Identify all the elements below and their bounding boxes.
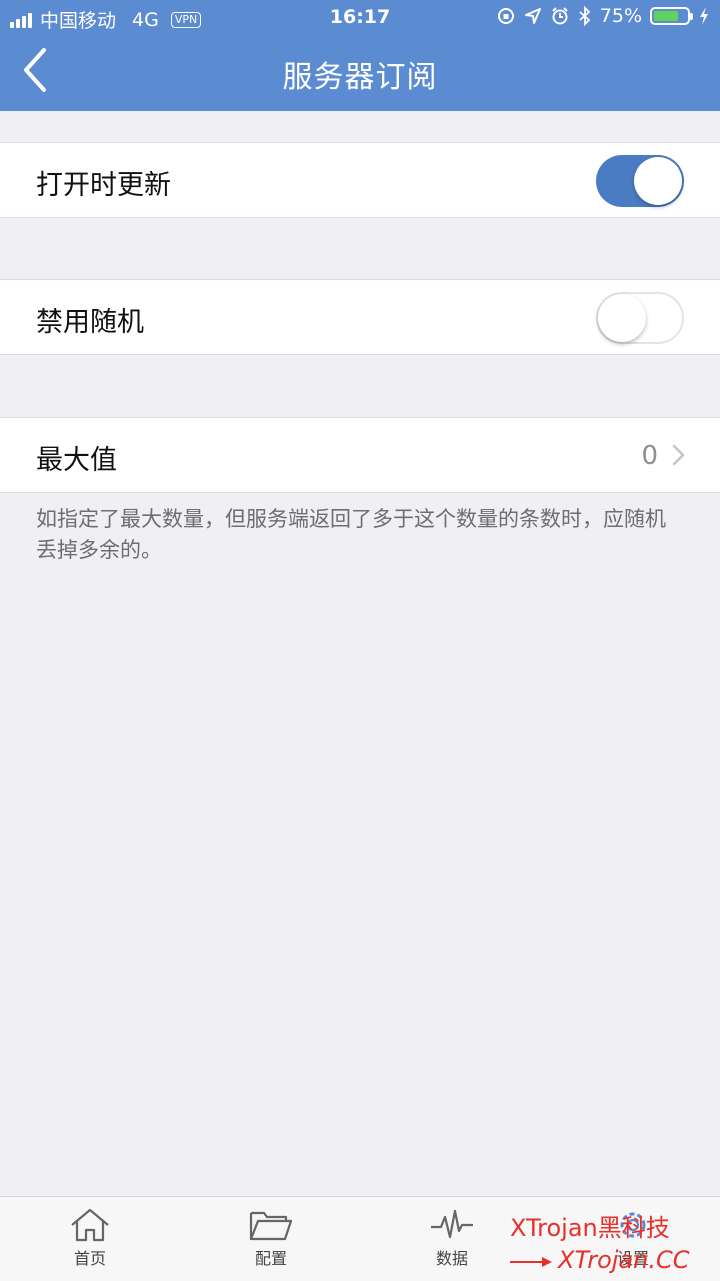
chevron-right-icon — [672, 444, 685, 466]
update-on-open-row: 打开时更新 — [0, 142, 720, 218]
tab-config[interactable]: 配置 — [211, 1207, 331, 1269]
max-value-footnote: 如指定了最大数量，但服务端返回了多于这个数量的条数时，应随机丢掉多余的。 — [36, 507, 666, 562]
max-value-value: 0 — [641, 441, 658, 471]
max-value-row[interactable]: 最大值 0 — [0, 417, 720, 493]
tab-data[interactable]: 数据 — [392, 1207, 512, 1269]
pulse-icon — [431, 1209, 473, 1239]
disable-random-row: 禁用随机 — [0, 279, 720, 355]
disable-random-label: 禁用随机 — [36, 307, 144, 338]
disable-random-toggle[interactable] — [596, 292, 684, 344]
battery-percent: 75% — [599, 5, 642, 27]
tab-data-label: 数据 — [435, 1249, 468, 1268]
arrow-right-icon — [510, 1257, 552, 1267]
folder-icon — [249, 1211, 293, 1241]
tab-home[interactable]: 首页 — [30, 1207, 150, 1269]
max-value-label: 最大值 — [36, 445, 117, 476]
orientation-lock-icon — [497, 8, 514, 24]
tab-home-label: 首页 — [73, 1249, 106, 1268]
alarm-icon — [552, 7, 568, 25]
update-on-open-label: 打开时更新 — [36, 170, 171, 201]
location-icon — [524, 8, 541, 24]
navigation-header: 中国移动 4G VPN 16:17 75% 服务器订阅 — [0, 0, 720, 111]
battery-icon — [650, 7, 693, 25]
status-right: 75% — [496, 5, 710, 27]
page-title: 服务器订阅 — [282, 60, 438, 95]
update-on-open-toggle[interactable] — [596, 155, 684, 207]
watermark-line1: XTrojan黑科技 — [510, 1214, 670, 1242]
tab-config-label: 配置 — [254, 1249, 287, 1268]
watermark-line2: XTrojan.CC — [558, 1246, 690, 1274]
status-bar: 中国移动 4G VPN 16:17 75% — [0, 0, 720, 36]
charging-icon — [700, 7, 708, 25]
watermark: XTrojan黑科技 XTrojan.CC — [510, 1212, 690, 1276]
home-icon — [71, 1208, 109, 1242]
bluetooth-icon — [579, 6, 591, 26]
battery-fill — [654, 11, 678, 21]
